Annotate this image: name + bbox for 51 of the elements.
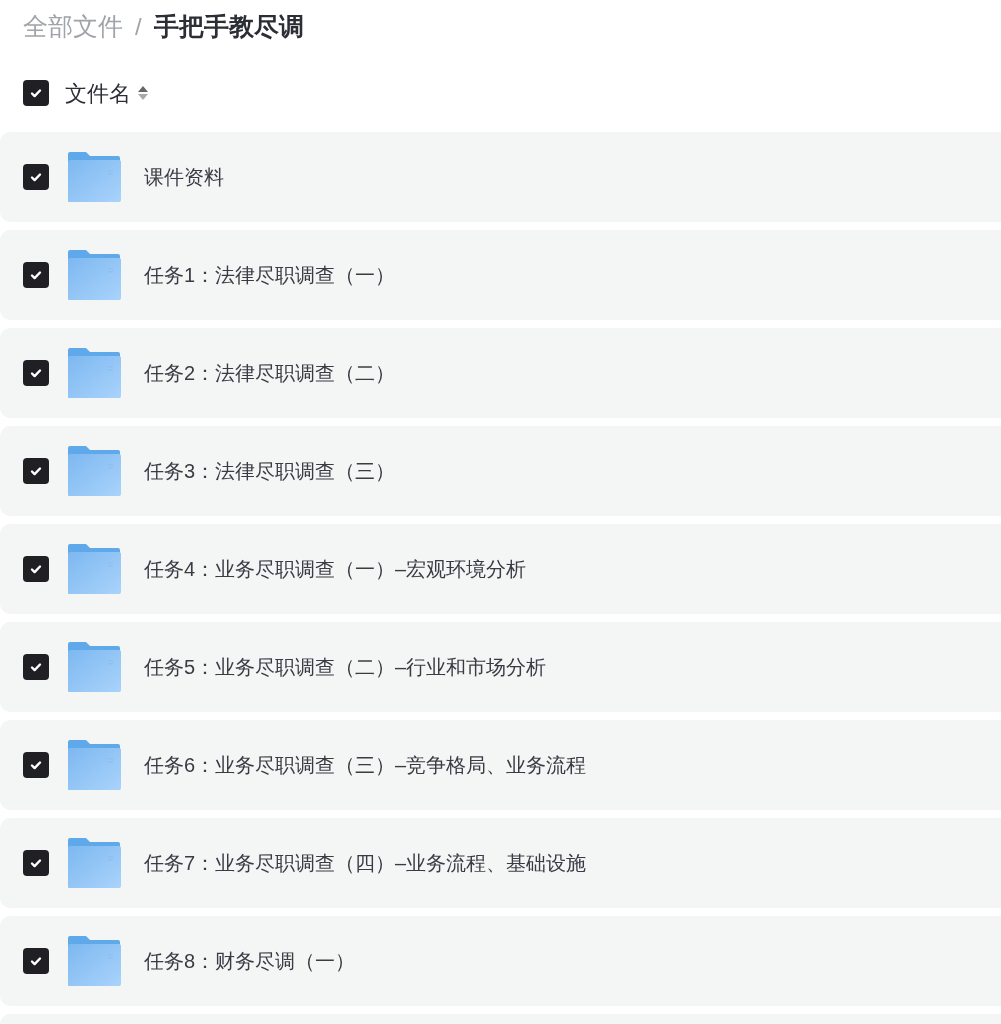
checkbox[interactable] — [23, 556, 49, 582]
file-row[interactable]: 任务4：业务尽职调查（一）–宏观环境分析 — [0, 524, 1001, 614]
folder-icon — [67, 152, 121, 202]
folder-icon — [67, 446, 121, 496]
breadcrumb-item[interactable]: 手把手教尽调 — [153, 8, 304, 46]
file-name: 任务2：法律尽职调查（二） — [144, 361, 396, 386]
sort-icon[interactable] — [137, 84, 149, 102]
check-icon — [29, 758, 43, 772]
file-row[interactable]: 任务3：法律尽职调查（三） — [0, 426, 1001, 516]
check-icon — [29, 464, 43, 478]
check-icon — [29, 660, 43, 674]
checkbox[interactable] — [23, 752, 49, 778]
checkbox[interactable] — [23, 654, 49, 680]
file-name: 任务1：法律尽职调查（一） — [144, 263, 396, 288]
check-icon — [29, 86, 43, 100]
folder-icon — [67, 936, 121, 986]
checkbox[interactable] — [23, 948, 49, 974]
file-row[interactable]: 课件资料 — [0, 132, 1001, 222]
file-row[interactable]: 任务1：法律尽职调查（一） — [0, 230, 1001, 320]
checkbox[interactable] — [23, 458, 49, 484]
check-icon — [29, 268, 43, 282]
file-row[interactable]: 任务7：业务尽职调查（四）–业务流程、基础设施 — [0, 818, 1001, 908]
checkbox[interactable] — [23, 80, 49, 106]
folder-icon — [67, 838, 121, 888]
column-header[interactable]: 文件名 — [65, 76, 131, 110]
file-row[interactable]: 任务5：业务尽职调查（二）–行业和市场分析 — [0, 622, 1001, 712]
check-icon — [29, 856, 43, 870]
file-row[interactable]: 任务2：法律尽职调查（二） — [0, 328, 1001, 418]
folder-icon — [67, 250, 121, 300]
folder-icon — [67, 348, 121, 398]
breadcrumb-separator: / — [135, 12, 142, 42]
file-name: 任务4：业务尽职调查（一）–宏观环境分析 — [144, 557, 527, 582]
folder-icon — [67, 544, 121, 594]
file-name: 课件资料 — [144, 165, 224, 190]
checkbox[interactable] — [23, 850, 49, 876]
file-name: 任务5：业务尽职调查（二）–行业和市场分析 — [144, 655, 547, 680]
check-icon — [29, 170, 43, 184]
file-name: 任务3：法律尽职调查（三） — [144, 459, 396, 484]
folder-icon — [67, 642, 121, 692]
file-name: 任务8：财务尽调（一） — [144, 949, 356, 974]
file-name: 任务7：业务尽职调查（四）–业务流程、基础设施 — [144, 851, 587, 876]
file-name: 任务6：业务尽职调查（三）–竞争格局、业务流程 — [144, 753, 587, 778]
checkbox[interactable] — [23, 262, 49, 288]
checkbox[interactable] — [23, 164, 49, 190]
checkbox[interactable] — [23, 360, 49, 386]
check-icon — [29, 562, 43, 576]
file-row[interactable]: 任务8：财务尽调（一） — [0, 916, 1001, 1006]
folder-icon — [67, 740, 121, 790]
file-row[interactable]: 任务6：业务尽职调查（三）–竞争格局、业务流程 — [0, 720, 1001, 810]
check-icon — [29, 366, 43, 380]
check-icon — [29, 954, 43, 968]
